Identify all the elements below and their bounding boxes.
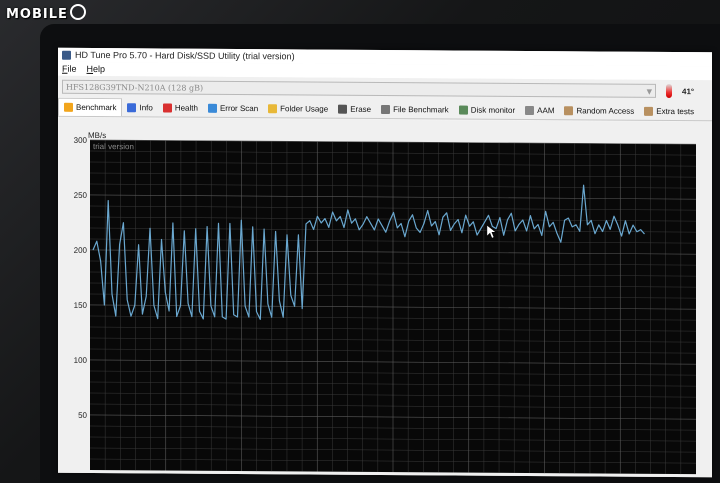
y-tick-label: 200	[74, 246, 88, 255]
file-benchmark-icon	[381, 104, 391, 114]
app-window: HD Tune Pro 5.70 - Hard Disk/SSD Utility…	[58, 47, 712, 478]
benchmark-chart: 50 100 150 200 250 300MB/s trial version	[74, 131, 696, 475]
menu-file[interactable]: File	[62, 64, 77, 74]
tab-label: Disk monitor	[470, 105, 516, 115]
erase-icon	[338, 104, 348, 114]
y-tick-label: 150	[74, 301, 88, 310]
tab-health[interactable]: Health	[158, 98, 203, 116]
tab-label: Benchmark	[76, 102, 117, 113]
error-scan-icon	[207, 103, 217, 113]
speaker-icon	[525, 105, 535, 115]
y-tick-label: 100	[74, 356, 88, 365]
tab-label: Extra tests	[656, 106, 695, 116]
drive-bar: HFS128G39TND-N210A (128 gB) ▼ 41°	[58, 75, 712, 103]
tab-benchmark[interactable]: Benchmark	[58, 97, 123, 117]
tab-label: Folder Usage	[280, 103, 329, 114]
tab-erase[interactable]: Erase	[333, 100, 376, 118]
tab-folder-usage[interactable]: Folder Usage	[263, 99, 333, 117]
benchmark-icon	[64, 102, 73, 112]
health-icon	[162, 102, 172, 113]
y-axis-label: MB/s	[88, 131, 106, 140]
tab-info[interactable]: Info	[122, 98, 157, 116]
tab-extra-tests[interactable]: Extra tests	[639, 102, 699, 120]
tab-disk-monitor[interactable]: Disk monitor	[454, 100, 520, 118]
tab-label: AAM	[537, 105, 555, 115]
menu-help[interactable]: Help	[87, 64, 106, 74]
thermometer-icon	[666, 83, 672, 99]
random-access-icon	[564, 105, 574, 115]
drive-select-value: HFS128G39TND-N210A (128 gB)	[66, 82, 204, 93]
y-tick-label: 250	[74, 191, 88, 200]
tab-aam[interactable]: AAM	[520, 101, 559, 119]
tab-label: Health	[174, 103, 198, 113]
extra-tests-icon	[644, 106, 654, 116]
watermark-logo: MOBILE	[6, 4, 86, 22]
temperature-value: 41°	[682, 86, 695, 96]
app-icon	[62, 50, 71, 60]
tab-file-benchmark[interactable]: File Benchmark	[376, 100, 454, 119]
tab-label: Error Scan	[219, 103, 259, 113]
logo-ring-icon	[69, 4, 86, 20]
info-icon	[127, 102, 137, 112]
tab-label: Random Access	[576, 105, 635, 116]
disk-monitor-icon	[458, 105, 468, 115]
window-title: HD Tune Pro 5.70 - Hard Disk/SSD Utility…	[75, 49, 295, 62]
chevron-down-icon: ▼	[646, 87, 652, 96]
tab-error-scan[interactable]: Error Scan	[203, 99, 263, 117]
y-tick-label: 300	[74, 136, 88, 145]
folder-icon	[268, 103, 278, 113]
drive-select[interactable]: HFS128G39TND-N210A (128 gB) ▼	[62, 79, 656, 98]
tab-label: Info	[139, 102, 153, 112]
tab-random-access[interactable]: Random Access	[559, 101, 639, 120]
y-tick-label: 50	[78, 411, 87, 420]
tab-label: Erase	[350, 104, 372, 114]
tab-label: File Benchmark	[393, 104, 449, 114]
benchmark-chart-panel: 50 100 150 200 250 300 MB/s trial version	[58, 117, 712, 478]
trial-watermark: trial version	[93, 142, 134, 151]
